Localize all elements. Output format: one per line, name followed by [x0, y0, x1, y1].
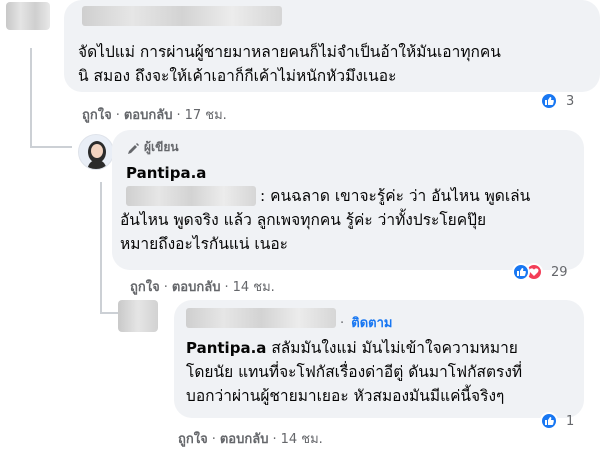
- separator: ·: [272, 432, 277, 447]
- thread-line: [30, 48, 32, 148]
- thread-line-curve: [100, 312, 118, 314]
- reaction-count: 29: [551, 264, 568, 280]
- comment-text: Pantipa.a สลัมมันใงแม่ มันไม่เข้าใจความห…: [186, 336, 582, 408]
- separator: ·: [163, 280, 168, 295]
- comment-actions: ถูกใจ · ตอบกลับ · 14 ชม.: [130, 276, 275, 297]
- reaction-summary[interactable]: 3: [540, 90, 574, 112]
- author-badge-label: ผู้เขียน: [144, 140, 179, 154]
- pen-icon: [126, 141, 140, 155]
- follow-area: · ติดตาม: [340, 312, 392, 333]
- timestamp[interactable]: 14 ชม.: [281, 432, 323, 447]
- author-badge: ผู้เขียน: [126, 138, 179, 157]
- separator: ·: [224, 280, 229, 295]
- comment-bubble: · ติดตาม Pantipa.a สลัมมันใงแม่ มันไม่เข…: [174, 300, 584, 418]
- separator: ·: [211, 432, 216, 447]
- like-icon: [540, 92, 558, 110]
- author-name[interactable]: Pantipa.a: [126, 164, 206, 182]
- comment-text-segment: สลัมมันใงแม่ มันไม่เข้าใจความหมาย: [271, 339, 518, 357]
- author-name-blurred[interactable]: [82, 6, 282, 26]
- timestamp[interactable]: 17 ชม.: [185, 108, 227, 123]
- comment-bubble: ผู้เขียน Pantipa.a : คนฉลาด เขาจะรู้ค่ะ …: [112, 130, 584, 270]
- avatar[interactable]: [78, 134, 114, 170]
- like-icon: [512, 263, 530, 281]
- separator: ·: [340, 316, 345, 331]
- comment-text-line: Pantipa.a สลัมมันใงแม่ มันไม่เข้าใจความห…: [186, 336, 582, 360]
- comment-text-line: อันไหน พูดจริง แล้ว ลูกเพจทุกคน รู้ค่ะ ว…: [120, 211, 487, 229]
- comment-bubble: จัดไปแม่ การผ่านผู้ชายมาหลายคนก็ไม่จำเป็…: [64, 0, 600, 92]
- comment-text: : คนฉลาด เขาจะรู้ค่ะ ว่า อันไหน พูดเล่น …: [120, 184, 580, 256]
- like-link[interactable]: ถูกใจ: [82, 108, 112, 123]
- reply-link[interactable]: ตอบกลับ: [172, 280, 221, 295]
- comment-text-line: โดยนัย แทนที่จะโฟกัสเรื่องด่าอีตู่ ดันมา…: [186, 363, 523, 381]
- mention-link[interactable]: Pantipa.a: [186, 339, 266, 357]
- comment-text-line: บอกว่าผ่านผู้ชายมาเยอะ หัวสมองมันมีแค่นี…: [186, 387, 505, 405]
- reaction-summary[interactable]: 1: [540, 410, 574, 432]
- reaction-count: 3: [566, 93, 575, 109]
- comment-text: จัดไปแม่ การผ่านผู้ชายมาหลายคนก็ไม่จำเป็…: [78, 40, 598, 88]
- comment-text-line: นิ สมอง ถึงจะให้เค้าเอาก็กีเค้าไม่หนักหั…: [78, 67, 397, 85]
- separator: ·: [176, 108, 181, 123]
- comment-text-line: หมายถึงอะไรกันแน่ เนอะ: [120, 235, 288, 253]
- thread-line: [100, 182, 102, 312]
- comment-actions: ถูกใจ · ตอบกลับ · 17 ชม.: [82, 104, 227, 125]
- thread-line-curve: [30, 146, 72, 148]
- reply-link[interactable]: ตอบกลับ: [124, 108, 173, 123]
- follow-button[interactable]: ติดตาม: [351, 316, 392, 331]
- avatar[interactable]: [118, 300, 158, 332]
- avatar[interactable]: [6, 2, 50, 30]
- comment-text-line: จัดไปแม่ การผ่านผู้ชายมาหลายคนก็ไม่จำเป็…: [78, 43, 501, 61]
- like-link[interactable]: ถูกใจ: [178, 432, 208, 447]
- author-name-blurred[interactable]: [186, 308, 336, 328]
- like-icon: [540, 412, 558, 430]
- reply-link[interactable]: ตอบกลับ: [220, 432, 269, 447]
- like-link[interactable]: ถูกใจ: [130, 280, 160, 295]
- comment-actions: ถูกใจ · ตอบกลับ · 14 ชม.: [178, 428, 323, 449]
- comment-text-line: : คนฉลาด เขาจะรู้ค่ะ ว่า อันไหน พูดเล่น: [260, 187, 531, 205]
- timestamp[interactable]: 14 ชม.: [233, 280, 275, 295]
- separator: ·: [115, 108, 120, 123]
- reaction-summary[interactable]: 29: [512, 261, 568, 283]
- reaction-count: 1: [566, 413, 575, 429]
